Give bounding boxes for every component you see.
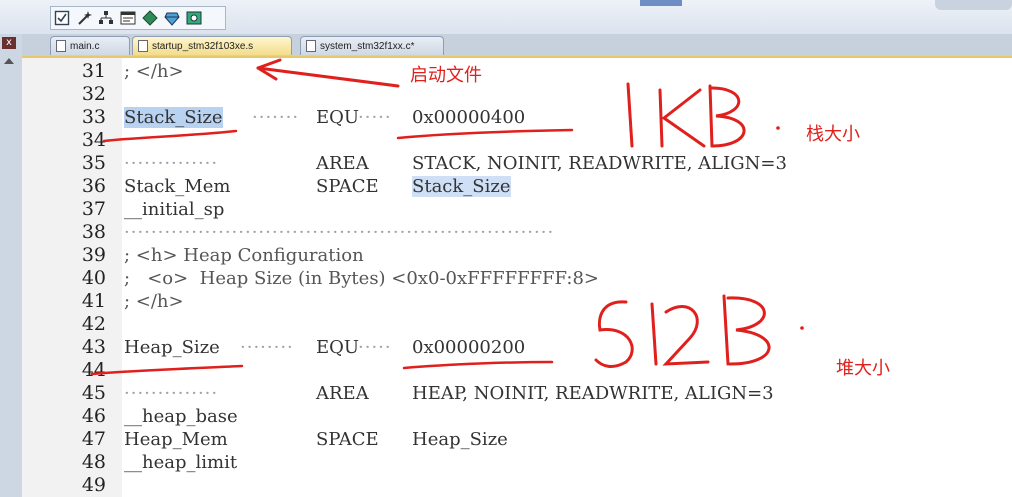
code-label: Heap_Mem [124,429,228,450]
line-number: 42 [81,313,106,335]
code-line: ; <h> Heap Configuration [124,245,364,266]
separator-dots: ········ [240,337,294,358]
file-icon [56,40,66,52]
code-operand: STACK, NOINIT, READWRITE, ALIGN=3 [412,153,787,174]
stack-size-ref: Stack_Size [412,176,511,197]
line-number: 41 [81,290,106,312]
code-op: EQU [316,337,360,358]
line-number: 35 [81,152,106,174]
code-label: Stack_Mem [124,176,231,197]
code-label: __heap_limit [124,452,238,473]
tab-label: main.c [70,40,100,52]
tab-startup[interactable]: startup_stm32f103xe.s [132,36,292,55]
code-op: EQU [316,107,360,128]
settings-icon[interactable] [185,9,203,27]
diamond-icon[interactable] [141,9,159,27]
heap-size-value: 0x00000200 [412,337,526,358]
code-line: ; </h> [124,291,184,312]
window-corner [935,0,1012,10]
separator-dots: ········································… [124,222,555,243]
code-line: ; <o> Heap Size (in Bytes) <0x0-0xFFFFFF… [124,268,599,289]
editor-tabbar: main.c startup_stm32f103xe.s system_stm3… [22,34,1012,58]
line-number: 38 [81,221,106,243]
top-strip [640,0,682,6]
code-op: AREA [316,383,369,404]
heap-size-label: Heap_Size [124,337,220,358]
gem-icon[interactable] [163,9,181,27]
code-label: Stack_Size [124,107,223,129]
line-number: 33 [81,106,106,128]
line-number: 47 [81,428,106,450]
file-icon [306,40,316,52]
line-number: 49 [81,474,106,496]
window-icon[interactable] [119,9,137,27]
wand-icon[interactable] [75,9,93,27]
toolbar [0,0,1012,34]
file-icon [138,40,148,52]
tab-label: startup_stm32f103xe.s [152,40,254,52]
checkbox-icon[interactable] [53,9,71,27]
line-number: 37 [81,198,106,220]
separator-dots: ····· [358,337,392,358]
toolbar-group [50,6,226,30]
line-number: 31 [81,60,106,82]
scroll-up-icon[interactable] [4,58,14,64]
separator-dots: ····· [358,107,392,128]
line-number: 34 [81,129,106,151]
heap-size-annotation: 堆大小 [836,358,890,379]
tab-system[interactable]: system_stm32f1xx.c* [300,36,444,55]
stack-size-value: 0x00000400 [412,107,526,128]
line-number: 45 [81,382,106,404]
stack-size-label: Stack_Size [124,107,223,128]
code-label: __initial_sp [124,199,225,220]
tab-label: system_stm32f1xx.c* [320,40,415,52]
code-op: AREA [316,153,369,174]
line-number: 44 [81,359,106,381]
code-line: ; </h> [124,61,184,82]
line-number: 36 [81,175,106,197]
code-label: __heap_base [124,406,238,427]
tree-icon[interactable] [97,9,115,27]
close-panel-icon[interactable]: x [2,37,16,49]
code-op: SPACE [316,429,379,450]
startup-file-label: 启动文件 [410,65,482,86]
line-number: 40 [81,267,106,289]
code-operand: HEAP, NOINIT, READWRITE, ALIGN=3 [412,383,774,404]
stack-size-annotation: 栈大小 [806,124,860,145]
code-operand: Heap_Size [412,429,508,450]
tab-main-c[interactable]: main.c [50,36,130,55]
line-number: 43 [81,336,106,358]
separator-dots: ·············· [124,153,219,174]
line-number: 39 [81,244,106,266]
code-op: SPACE [316,176,379,197]
separator-dots: ·············· [124,383,219,404]
code-editor[interactable]: 31 32 33 34 35 36 37 38 39 40 41 42 43 4… [22,58,1012,497]
line-number: 46 [81,405,106,427]
separator-dots: ······· [252,107,300,128]
line-number: 48 [81,451,106,473]
code-operand: Stack_Size [412,176,511,198]
line-number: 32 [81,83,106,105]
left-rail: x [0,34,23,497]
